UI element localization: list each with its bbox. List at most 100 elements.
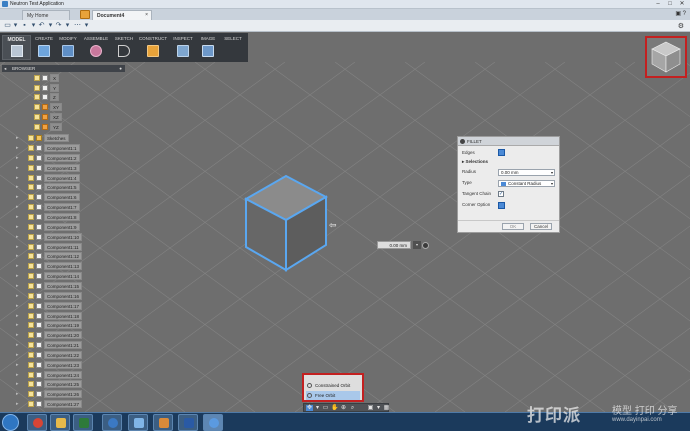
expand-arrow-icon[interactable]: ▸ bbox=[16, 155, 19, 161]
undo-dropdown-icon[interactable]: ▾ bbox=[47, 22, 54, 29]
visibility-bulb-icon[interactable] bbox=[28, 391, 34, 398]
expand-arrow-icon[interactable]: ▸ bbox=[16, 234, 19, 240]
expand-arrow-icon[interactable]: ▸ bbox=[16, 352, 19, 358]
ribbon-group-create[interactable]: CREATE bbox=[33, 35, 55, 60]
expand-arrow-icon[interactable]: ▸ bbox=[16, 313, 19, 319]
visibility-bulb-icon[interactable] bbox=[28, 184, 34, 191]
3d-viewport[interactable] bbox=[0, 62, 690, 412]
selections-section[interactable]: ▸ Selections bbox=[462, 158, 488, 166]
visibility-bulb-icon[interactable] bbox=[28, 332, 34, 339]
maximize-icon[interactable]: □ bbox=[664, 0, 676, 8]
expand-arrow-icon[interactable]: ▸ bbox=[16, 332, 19, 338]
expand-arrow-icon[interactable]: ▸ bbox=[16, 273, 19, 279]
inline-radius-input[interactable]: 0.00 mm ▾ bbox=[377, 241, 429, 250]
corner-option-button[interactable] bbox=[498, 202, 505, 209]
visibility-bulb-icon[interactable] bbox=[28, 282, 34, 289]
visibility-bulb-icon[interactable] bbox=[28, 154, 34, 161]
visibility-bulb-icon[interactable] bbox=[34, 75, 40, 81]
expand-arrow-icon[interactable]: ▸ bbox=[16, 165, 19, 171]
visibility-bulb-icon[interactable] bbox=[34, 84, 40, 91]
help-icon[interactable]: ? bbox=[683, 11, 686, 17]
visibility-bulb-icon[interactable] bbox=[28, 213, 34, 220]
expand-arrow-icon[interactable]: ▸ bbox=[16, 293, 19, 299]
zoom-icon[interactable]: ⊕ bbox=[340, 405, 347, 411]
paint-taskbar-icon[interactable] bbox=[153, 414, 173, 431]
visibility-bulb-icon[interactable] bbox=[28, 135, 34, 141]
save-dropdown-icon[interactable]: ▾ bbox=[30, 22, 37, 29]
pan-icon[interactable]: ✋ bbox=[331, 405, 338, 411]
tangent-chain-checkbox[interactable]: ✓ bbox=[498, 191, 504, 197]
ribbon-group-select[interactable]: SELECT bbox=[220, 35, 246, 60]
gear-icon[interactable] bbox=[422, 242, 429, 249]
document-icon[interactable] bbox=[80, 10, 90, 19]
visibility-bulb-icon[interactable] bbox=[28, 164, 34, 171]
expand-arrow-icon[interactable]: ▸ bbox=[16, 401, 19, 407]
minimize-icon[interactable]: – bbox=[652, 0, 664, 8]
redo-dropdown-icon[interactable]: ▾ bbox=[64, 22, 71, 29]
collapse-arrow-icon[interactable]: ◂ bbox=[4, 65, 6, 72]
new-file-icon[interactable]: ▭ bbox=[4, 22, 11, 29]
chat-icon[interactable]: ▣ bbox=[675, 11, 681, 17]
visibility-bulb-icon[interactable] bbox=[28, 253, 34, 260]
expand-arrow-icon[interactable]: ▸ bbox=[16, 342, 19, 348]
expand-arrow-icon[interactable]: ▸ bbox=[16, 381, 19, 387]
infinity-taskbar-icon[interactable] bbox=[102, 414, 122, 431]
visibility-bulb-icon[interactable] bbox=[28, 194, 34, 201]
browser-panel-header[interactable]: ◂ BROWSER ● bbox=[2, 65, 125, 72]
menu-item-constrained-orbit[interactable]: Constrained Orbit bbox=[306, 381, 360, 390]
expand-arrow-icon[interactable]: ▸ bbox=[16, 253, 19, 259]
tab-document4[interactable]: Document4 × bbox=[92, 10, 152, 20]
settings-icon[interactable]: ⚙ bbox=[678, 22, 684, 30]
cancel-button[interactable]: Cancel bbox=[530, 223, 552, 230]
expand-arrow-icon[interactable]: ▸ bbox=[16, 283, 19, 289]
expand-arrow-icon[interactable]: ▸ bbox=[16, 135, 19, 141]
visibility-bulb-icon[interactable] bbox=[28, 174, 34, 181]
zoom-window-icon[interactable]: ⌕ bbox=[349, 405, 356, 411]
ribbon-group-sketch[interactable]: SKETCH bbox=[112, 35, 136, 60]
orbit-dropdown-icon[interactable]: ▾ bbox=[314, 405, 321, 411]
close-icon[interactable]: ✕ bbox=[676, 0, 688, 8]
expand-arrow-icon[interactable]: ▸ bbox=[16, 224, 19, 230]
visibility-bulb-icon[interactable] bbox=[28, 223, 34, 230]
ribbon-group-inspect[interactable]: INSPECT bbox=[170, 35, 196, 60]
ribbon-group-assemble[interactable]: ASSEMBLE bbox=[81, 35, 111, 60]
look-at-icon[interactable]: ▭ bbox=[322, 405, 329, 411]
document-taskbar-icon[interactable] bbox=[128, 414, 148, 431]
visibility-bulb-icon[interactable] bbox=[28, 263, 34, 270]
dropdown-arrow-icon[interactable]: ▾ bbox=[12, 22, 19, 29]
word-taskbar-icon[interactable] bbox=[178, 414, 198, 431]
visibility-bulb-icon[interactable] bbox=[28, 401, 34, 408]
expand-arrow-icon[interactable]: ▸ bbox=[16, 372, 19, 378]
visibility-bulb-icon[interactable] bbox=[34, 104, 40, 111]
ribbon-group-modify[interactable]: MODIFY bbox=[56, 35, 80, 60]
menu-item-free-orbit[interactable]: Free Orbit bbox=[306, 391, 360, 400]
expand-arrow-icon[interactable]: ▸ bbox=[16, 175, 19, 181]
visibility-bulb-icon[interactable] bbox=[28, 204, 34, 211]
grid-settings-icon[interactable]: ▦ bbox=[383, 405, 390, 411]
visibility-bulb-icon[interactable] bbox=[28, 243, 34, 250]
display-settings-icon[interactable]: ▣ bbox=[367, 405, 374, 411]
share-icon[interactable]: ⋯ bbox=[74, 22, 81, 29]
selected-cube-body[interactable] bbox=[240, 174, 330, 274]
viewcube-icon[interactable] bbox=[651, 41, 681, 73]
radius-value-box[interactable]: 0.00 mm bbox=[377, 241, 411, 249]
neutron-taskbar-icon[interactable] bbox=[203, 414, 223, 431]
visibility-bulb-icon[interactable] bbox=[28, 351, 34, 358]
ribbon-group-construct[interactable]: CONSTRUCT bbox=[137, 35, 169, 60]
save-icon[interactable]: ▪ bbox=[21, 22, 28, 29]
visibility-bulb-icon[interactable] bbox=[34, 94, 40, 101]
orbit-icon[interactable]: ✥ bbox=[306, 405, 313, 411]
visibility-bulb-icon[interactable] bbox=[28, 322, 34, 329]
tab-my-home[interactable]: My Home bbox=[22, 10, 70, 20]
expand-arrow-icon[interactable]: ▸ bbox=[16, 184, 19, 190]
edges-select-button[interactable] bbox=[498, 149, 505, 156]
expand-arrow-icon[interactable]: ▸ bbox=[16, 362, 19, 368]
expand-arrow-icon[interactable]: ▸ bbox=[16, 194, 19, 200]
ribbon-group-image[interactable]: IMAGE bbox=[197, 35, 219, 60]
expand-arrow-icon[interactable]: ▸ bbox=[16, 303, 19, 309]
visibility-bulb-icon[interactable] bbox=[28, 273, 34, 279]
expand-arrow-icon[interactable]: ▸ bbox=[16, 322, 19, 328]
expand-arrow-icon[interactable]: ▸ bbox=[16, 145, 19, 151]
fillet-dialog-header[interactable]: FILLET bbox=[458, 137, 559, 146]
visibility-bulb-icon[interactable] bbox=[28, 342, 34, 348]
